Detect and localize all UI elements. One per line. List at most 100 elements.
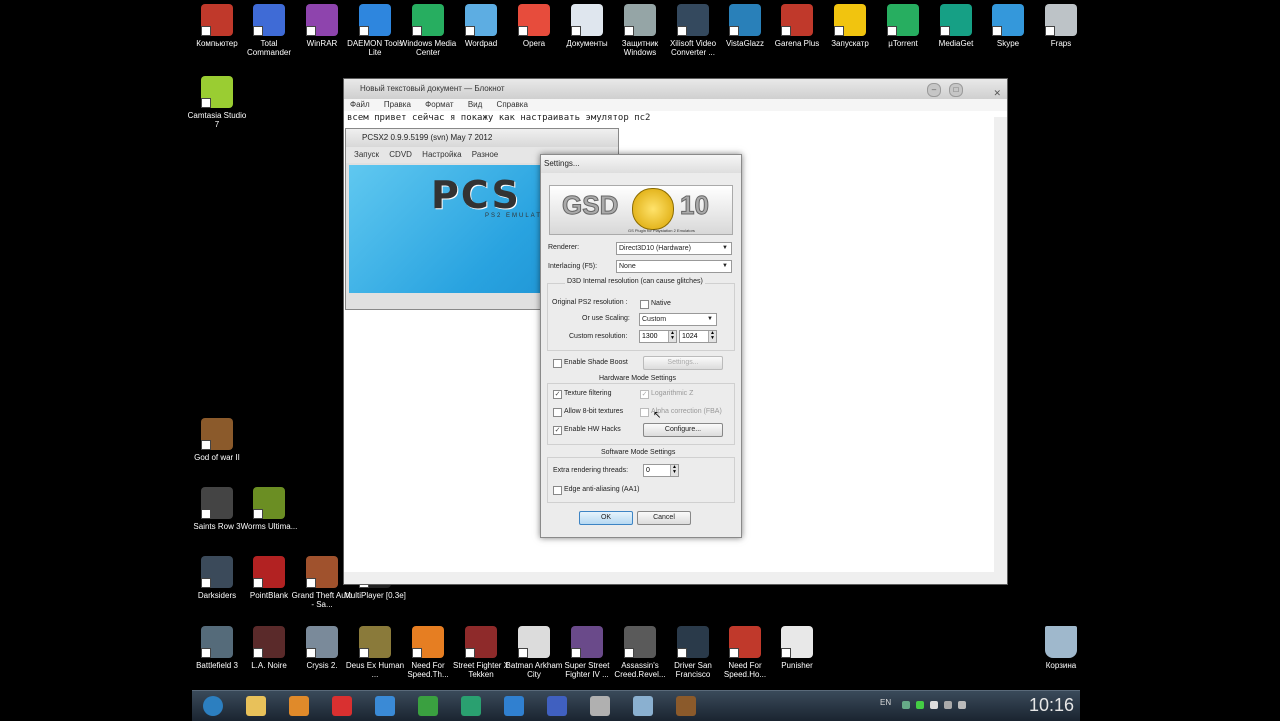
gsdx-settings-dialog[interactable]: Settings... GSD 10 GS Plugin for Playsta… [540, 154, 742, 538]
taskbar-button-mediaget[interactable] [452, 693, 490, 719]
notepad-menubar: Файл Правка Формат Вид Справка [344, 99, 1007, 111]
desktop-icon-label: MultiPlayer [0.3e] [344, 591, 406, 600]
xilisoft-video-converter-icon [677, 4, 709, 36]
menu-edit[interactable]: Правка [384, 100, 411, 109]
spinner-arrows-icon[interactable]: ▲ ▼ [670, 465, 678, 476]
taskbar-button-daemon-tools[interactable] [495, 693, 533, 719]
super-street-fighter-iv-icon [571, 626, 603, 658]
taskbar-button-explorer[interactable] [237, 693, 275, 719]
shortcut-arrow-icon [729, 648, 739, 658]
logarithmic-z-label: Logarithmic Z [651, 390, 694, 397]
winrar-icon [306, 4, 338, 36]
custom-resolution-label: Custom resolution: [569, 333, 628, 340]
resolution-width-spinner[interactable]: 1300 ▲ ▼ [639, 330, 677, 343]
original-resolution-label: Original PS2 resolution : [552, 299, 628, 306]
menu-format[interactable]: Формат [425, 100, 453, 109]
god-of-war-ii-icon [201, 418, 233, 450]
horizontal-scrollbar[interactable] [344, 572, 1007, 584]
pcsx2-titlebar[interactable]: PCSX2 0.9.9.5199 (svn) May 7 2012 [346, 129, 618, 147]
vistaglazz-icon [729, 4, 761, 36]
menu-help[interactable]: Справка [497, 100, 528, 109]
taskbar-button-media-player[interactable] [280, 693, 318, 719]
shortcut-arrow-icon [465, 26, 475, 36]
fraps-icon [1045, 4, 1077, 36]
hw-hacks-checkbox[interactable]: ✓ [553, 426, 562, 435]
extra-threads-spinner[interactable]: 0 ▲ ▼ [643, 464, 679, 477]
pcsx2-logo-sub: PS2 EMULAT [485, 213, 542, 219]
cancel-button[interactable]: Cancel [637, 511, 691, 525]
scaling-select[interactable]: Custom ▼ [639, 313, 717, 326]
renderer-label: Renderer: [548, 244, 580, 251]
renderer-select[interactable]: Direct3D10 (Hardware) ▼ [616, 242, 732, 255]
tray-network-icon[interactable] [902, 701, 910, 709]
resolution-height-spinner[interactable]: 1024 ▲ ▼ [679, 330, 717, 343]
menu-cdvd[interactable]: CDVD [389, 150, 412, 159]
minimize-button[interactable]: – [927, 83, 941, 97]
vertical-scrollbar[interactable] [994, 117, 1007, 572]
desktop-icon-recycle-bin[interactable]: Корзина [1030, 626, 1092, 670]
menu-config[interactable]: Настройка [422, 150, 461, 159]
logarithmic-z-checkbox[interactable]: ✓ [640, 390, 649, 399]
edge-aa-checkbox[interactable] [553, 486, 562, 495]
menu-file[interactable]: Файл [350, 100, 370, 109]
texture-filtering-checkbox[interactable]: ✓ [553, 390, 562, 399]
desktop-icon-god-of-war-ii[interactable]: God of war II [186, 418, 248, 462]
spinner-arrows-icon[interactable]: ▲ ▼ [668, 331, 676, 342]
tray-utorrent-icon[interactable] [916, 701, 924, 709]
utorrent-icon [418, 696, 438, 716]
desktop-icon-label: Worms Ultima... [240, 522, 298, 531]
settings-titlebar[interactable]: Settings... [541, 155, 741, 173]
skype-icon [992, 4, 1024, 36]
interlacing-value: None [619, 263, 636, 270]
shortcut-arrow-icon [201, 98, 211, 108]
shade-boost-settings-button[interactable]: Settings... [643, 356, 723, 370]
menu-view[interactable]: Вид [468, 100, 482, 109]
native-checkbox[interactable] [640, 300, 649, 309]
taskbar: EN 10:16 [192, 690, 1080, 721]
punisher-icon [781, 626, 813, 658]
tray-speaker-icon[interactable] [944, 701, 952, 709]
desktop-icon-label: Корзина [1045, 661, 1077, 670]
taskbar-button-total-commander[interactable] [538, 693, 576, 719]
shade-boost-checkbox[interactable] [553, 359, 562, 368]
language-indicator[interactable]: EN [880, 698, 891, 707]
shortcut-arrow-icon [624, 26, 634, 36]
clock[interactable]: 10:16 [1029, 695, 1074, 716]
configure-button[interactable]: Configure... [643, 423, 723, 437]
shortcut-arrow-icon [412, 648, 422, 658]
taskbar-button-god-of-war[interactable] [667, 693, 705, 719]
menu-run[interactable]: Запуск [354, 150, 379, 159]
interlacing-select[interactable]: None ▼ [616, 260, 732, 273]
d3d-group-title: D3D Internal resolution (can cause glitc… [565, 278, 705, 285]
spinner-arrows-icon[interactable]: ▲ ▼ [708, 331, 716, 342]
taskbar-button-notepad[interactable] [624, 693, 662, 719]
close-button[interactable]: ✕ [993, 83, 1001, 103]
shortcut-arrow-icon [201, 440, 211, 450]
taskbar-button-utorrent[interactable] [409, 693, 447, 719]
taskbar-button-fraps[interactable] [581, 693, 619, 719]
desktop-icon-punisher[interactable]: Punisher [766, 626, 828, 670]
taskbar-button-start[interactable] [194, 693, 232, 719]
internet-explorer-icon [375, 696, 395, 716]
allow-8bit-checkbox[interactable] [553, 408, 562, 417]
desktop-icon-fraps[interactable]: Fraps [1030, 4, 1092, 48]
mediaget-icon [461, 696, 481, 716]
taskbar-button-opera[interactable] [323, 693, 361, 719]
resolution-width-value: 1300 [642, 333, 658, 340]
darksiders-icon [201, 556, 233, 588]
tray-skype-icon[interactable] [930, 701, 938, 709]
desktop-icon-worms-ultima[interactable]: Worms Ultima... [238, 487, 300, 531]
menu-misc[interactable]: Разное [472, 150, 498, 159]
ok-button[interactable]: OK [579, 511, 633, 525]
notepad-text-area[interactable]: всем привет сейчас я покажу как настраив… [344, 111, 1007, 125]
notepad-titlebar[interactable]: Новый текстовый документ — Блокнот – □ ✕ [344, 79, 1007, 99]
taskbar-button-internet-explorer[interactable] [366, 693, 404, 719]
allow-8bit-label: Allow 8-bit textures [564, 408, 624, 415]
desktop-icon-camtasia-studio-7[interactable]: Camtasia Studio 7 [186, 76, 248, 129]
tray-flag-icon[interactable] [958, 701, 966, 709]
desktop-icon-label: Camtasia Studio 7 [187, 111, 247, 129]
saints-row-3-icon [201, 487, 233, 519]
native-label: Native [651, 300, 671, 307]
maximize-button[interactable]: □ [949, 83, 963, 97]
alpha-correction-checkbox[interactable] [640, 408, 649, 417]
